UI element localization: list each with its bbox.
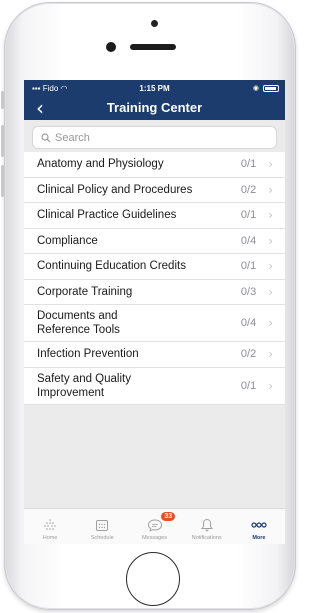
page-title: Training Center bbox=[106, 100, 203, 115]
earpiece-speaker bbox=[130, 44, 176, 50]
item-label: Infection Prevention bbox=[37, 348, 139, 361]
bell-icon bbox=[200, 518, 213, 532]
nav-bar: ‹ Training Center bbox=[24, 96, 285, 120]
status-bar: ▪▪▪ Fido ◠ 1:15 PM ◉ bbox=[24, 80, 285, 98]
item-count: 0/4 bbox=[240, 234, 257, 247]
item-count: 0/2 bbox=[240, 183, 257, 196]
tab-more[interactable]: More bbox=[233, 509, 285, 544]
sensor-dot bbox=[151, 20, 158, 27]
item-label: Corporate Training bbox=[37, 285, 133, 298]
list-item[interactable]: Compliance 0/4 › bbox=[24, 229, 285, 254]
app-screen: ▪▪▪ Fido ◠ 1:15 PM ◉ ‹ Training Center S… bbox=[24, 80, 285, 544]
item-label: Clinical Practice Guidelines bbox=[37, 209, 177, 222]
status-right: ◉ bbox=[253, 84, 279, 92]
item-label: Continuing Education Credits bbox=[37, 260, 186, 273]
item-label: Anatomy and Physiology bbox=[37, 158, 164, 171]
chat-bubble-icon bbox=[147, 519, 162, 532]
item-count: 0/4 bbox=[240, 317, 257, 329]
tab-label: Messages bbox=[141, 535, 168, 541]
list-item[interactable]: Documents and Reference Tools 0/4 › bbox=[24, 305, 285, 342]
home-dots-icon bbox=[44, 519, 56, 530]
list-item[interactable]: Continuing Education Credits 0/1 › bbox=[24, 254, 285, 280]
item-count: 0/1 bbox=[240, 209, 257, 222]
mute-switch bbox=[1, 91, 4, 109]
chevron-right-icon: › bbox=[268, 316, 273, 330]
volume-up-button bbox=[1, 125, 4, 157]
messages-badge: 33 bbox=[161, 512, 176, 521]
tab-schedule[interactable]: Schedule bbox=[76, 509, 128, 544]
search-container: Search bbox=[24, 120, 285, 150]
item-count: 0/1 bbox=[240, 379, 257, 392]
item-count: 0/3 bbox=[240, 285, 257, 298]
list-item[interactable]: Clinical Practice Guidelines 0/1 › bbox=[24, 203, 285, 229]
list-item[interactable]: Corporate Training 0/3 › bbox=[24, 280, 285, 305]
list-item[interactable]: Clinical Policy and Procedures 0/2 › bbox=[24, 178, 285, 203]
list-item[interactable]: Infection Prevention 0/2 › bbox=[24, 342, 285, 368]
battery-icon bbox=[263, 84, 279, 92]
chevron-right-icon: › bbox=[268, 347, 273, 362]
item-label: Documents and Reference Tools bbox=[37, 310, 120, 336]
tab-home[interactable]: Home bbox=[24, 509, 76, 544]
chevron-right-icon: › bbox=[268, 378, 273, 393]
search-input[interactable]: Search bbox=[32, 126, 277, 149]
chevron-right-icon: › bbox=[268, 259, 273, 274]
calendar-icon bbox=[96, 520, 109, 531]
search-placeholder: Search bbox=[55, 131, 90, 144]
tab-label: Notifications bbox=[191, 535, 222, 541]
list-item[interactable]: Safety and Quality Improvement 0/1 › bbox=[24, 368, 285, 405]
tab-bar: Home Schedule 33 Messages Notifications … bbox=[24, 508, 285, 544]
item-label: Clinical Policy and Procedures bbox=[37, 183, 193, 196]
chevron-right-icon: › bbox=[268, 284, 273, 299]
list-item[interactable]: Anatomy and Physiology 0/1 › bbox=[24, 152, 285, 178]
chevron-right-icon: › bbox=[268, 182, 273, 197]
tab-notifications[interactable]: Notifications bbox=[181, 509, 233, 544]
home-button[interactable] bbox=[126, 552, 180, 606]
status-time: 1:15 PM bbox=[139, 84, 170, 93]
item-count: 0/1 bbox=[240, 158, 257, 171]
training-category-list: Anatomy and Physiology 0/1 › Clinical Pol… bbox=[24, 152, 285, 405]
tab-label: More bbox=[252, 535, 266, 541]
item-count: 0/2 bbox=[240, 348, 257, 361]
item-label: Compliance bbox=[37, 234, 98, 247]
more-dots-icon bbox=[251, 522, 267, 528]
item-label: Safety and Quality Improvement bbox=[37, 372, 131, 399]
tab-messages[interactable]: 33 Messages bbox=[128, 509, 180, 544]
front-camera bbox=[106, 42, 116, 52]
tab-label: Schedule bbox=[90, 535, 114, 541]
chevron-right-icon: › bbox=[268, 157, 273, 172]
item-count: 0/1 bbox=[240, 260, 257, 273]
search-icon bbox=[41, 132, 51, 142]
chevron-right-icon: › bbox=[268, 233, 273, 248]
tab-label: Home bbox=[42, 535, 58, 541]
chevron-right-icon: › bbox=[268, 208, 273, 223]
alarm-icon: ◉ bbox=[252, 85, 259, 92]
volume-down-button bbox=[1, 165, 4, 197]
